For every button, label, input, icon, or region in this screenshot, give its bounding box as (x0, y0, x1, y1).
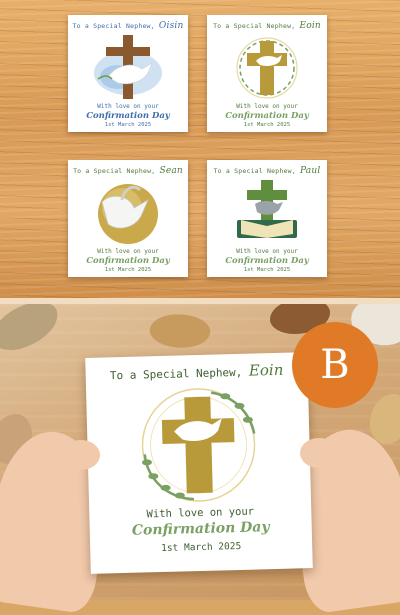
right-thumb (300, 438, 338, 468)
featured-card[interactable]: To a Special Nephew, Eoin With love on y… (85, 352, 313, 574)
card-greeting: To a Special Nephew, Paul (213, 166, 321, 176)
card-love-line: With love on your (97, 103, 159, 110)
card-occasion: Confirmation Day (225, 111, 309, 121)
card-greeting: To a Special Nephew, Eoin (109, 360, 284, 383)
card-occasion: Confirmation Day (86, 111, 170, 121)
cross-dove-icon (94, 35, 162, 99)
card-sean[interactable]: To a Special Nephew, Sean With love on y… (68, 160, 188, 277)
card-date: 1st March 2025 (243, 267, 291, 273)
dried-leaf (0, 304, 65, 357)
dried-leaf (370, 394, 400, 444)
card-name: Eoin (299, 21, 321, 31)
card-name: Paul (299, 166, 321, 176)
card-greeting: To a Special Nephew, Sean (73, 166, 183, 176)
card-love-line: With love on your (236, 248, 298, 255)
card-occasion: Confirmation Day (86, 256, 170, 266)
card-paul[interactable]: To a Special Nephew, Paul With love on y… (207, 160, 327, 277)
card-name: Sean (159, 166, 183, 176)
dove-icon (98, 184, 158, 244)
card-occasion: Confirmation Day (225, 256, 309, 266)
left-thumb (62, 440, 100, 470)
cross-dove-icon (236, 37, 298, 99)
card-greeting: To a Special Nephew, Oisin (72, 21, 184, 31)
card-date: 1st March 2025 (104, 122, 152, 128)
wood-background (0, 0, 400, 298)
card-date: 1st March 2025 (161, 540, 242, 555)
card-occasion: Confirmation Day (131, 519, 270, 539)
option-badge: B (292, 322, 378, 408)
dried-leaf (147, 309, 213, 353)
cross-dove-icon (141, 388, 256, 502)
card-love-line: With love on your (236, 103, 298, 110)
card-greeting: To a Special Nephew, Eoin (213, 21, 321, 31)
card-name: Oisin (158, 21, 184, 31)
cross-bible-icon (237, 180, 297, 238)
card-name: Eoin (248, 360, 284, 380)
card-oisin[interactable]: To a Special Nephew, Oisin With love on … (68, 15, 188, 132)
card-date: 1st March 2025 (243, 122, 291, 128)
card-love-line: With love on your (97, 248, 159, 255)
card-date: 1st March 2025 (104, 267, 152, 273)
card-eoin[interactable]: To a Special Nephew, Eoin With love on y… (207, 15, 327, 132)
